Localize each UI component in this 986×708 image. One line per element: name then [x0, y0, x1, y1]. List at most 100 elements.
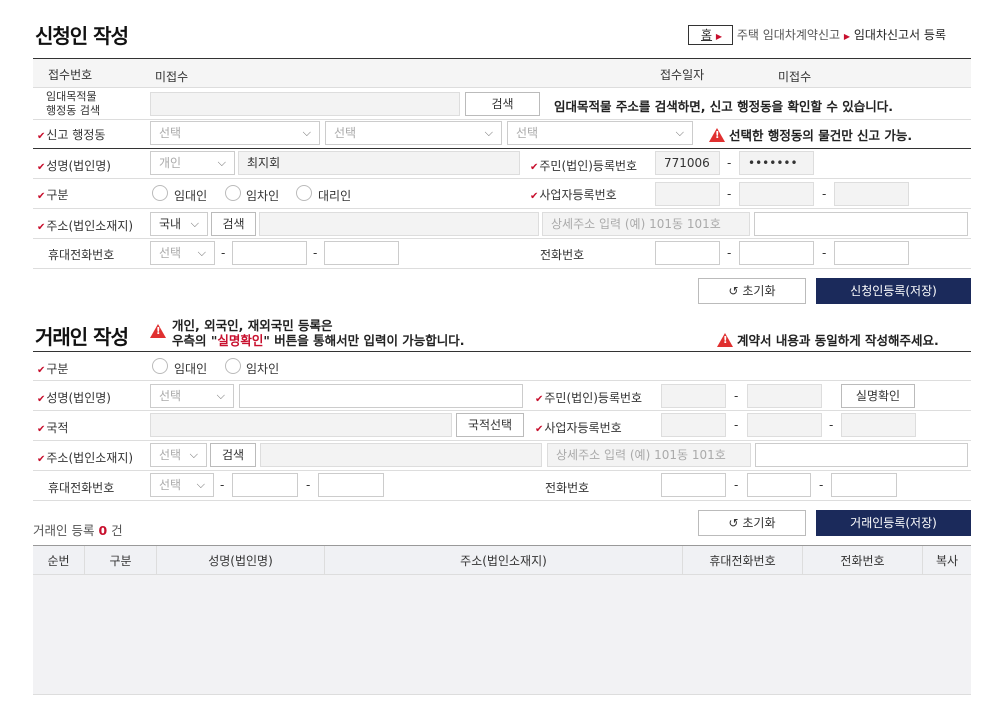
bizno-label: 사업자등록번호 — [530, 186, 616, 203]
divider — [33, 470, 971, 471]
dash: - — [829, 418, 834, 432]
party-right-warning: 계약서 내용과 동일하게 작성해주세요. — [717, 330, 939, 349]
party-country-select[interactable]: 선택 ⌵ — [150, 443, 207, 467]
divider — [33, 238, 971, 239]
address-detail-input[interactable]: 상세주소 입력 (예) 101동 101호 — [542, 212, 750, 236]
party-bizno-input-1[interactable] — [661, 413, 726, 437]
mobile-prefix-select[interactable]: 선택 ⌵ — [150, 241, 215, 265]
party-mobile-last-input[interactable] — [318, 473, 384, 497]
mobile-label: 휴대전화번호 — [48, 248, 115, 262]
name-input[interactable]: 최지회 — [238, 151, 520, 175]
party-address-search-button[interactable]: 검색 — [210, 443, 256, 467]
mobile-last-input[interactable] — [324, 241, 399, 265]
column-header: 주소(법인소재지) — [325, 546, 683, 576]
verify-name-button[interactable]: 실명확인 — [841, 384, 915, 408]
address-extra-input[interactable] — [754, 212, 968, 236]
party-reset-button[interactable]: ↺ 초기화 — [698, 510, 806, 536]
party-phone-input-2[interactable] — [747, 473, 811, 497]
property-search-hint: 임대목적물 주소를 검색하면, 신고 행정동을 확인할 수 있습니다. — [554, 99, 893, 114]
district-select-2[interactable]: 선택 ⌵ — [325, 121, 502, 145]
reset-icon: ↺ — [728, 284, 739, 298]
party-save-button[interactable]: 거래인등록(저장) — [816, 510, 971, 536]
name-label: 성명(법인명) — [37, 157, 111, 174]
receipt-date-label: 접수일자 — [660, 68, 705, 82]
party-phone-input-3[interactable] — [831, 473, 897, 497]
property-search-button[interactable]: 검색 — [465, 92, 540, 116]
address-input[interactable] — [259, 212, 539, 236]
dash: - — [734, 478, 739, 492]
dash: - — [822, 246, 827, 260]
dash: - — [734, 389, 739, 403]
party-name-input[interactable] — [239, 384, 523, 408]
home-link[interactable]: 홈 ▶ — [688, 25, 734, 45]
radio-agent-label: 대리인 — [318, 189, 352, 203]
bizno-input-2[interactable] — [739, 182, 814, 206]
column-header: 휴대전화번호 — [683, 546, 803, 576]
party-phone-input-1[interactable] — [661, 473, 726, 497]
person-type-select[interactable]: 개인 ⌵ — [150, 151, 235, 175]
party-table-body — [33, 575, 971, 695]
party-rrn-back-input[interactable] — [747, 384, 822, 408]
party-category-label: 구분 — [37, 360, 68, 377]
party-bizno-input-2[interactable] — [747, 413, 822, 437]
applicant-save-button[interactable]: 신청인등록(저장) — [816, 278, 971, 304]
applicant-reset-button[interactable]: ↺ 초기화 — [698, 278, 806, 304]
radio-lessee-label: 임차인 — [246, 189, 280, 203]
breadcrumb-level2[interactable]: 임대차신고서 등록 — [854, 28, 946, 42]
bizno-input-3[interactable] — [834, 182, 909, 206]
party-radio-lessor[interactable] — [152, 358, 168, 374]
warning-icon — [717, 333, 733, 347]
rrn-front-input[interactable]: 771006 — [655, 151, 720, 175]
dash: - — [819, 478, 824, 492]
radio-agent[interactable] — [296, 185, 312, 201]
party-rrn-front-input[interactable] — [661, 384, 726, 408]
dash: - — [221, 246, 226, 260]
home-label: 홈 — [701, 28, 713, 42]
district-select-3[interactable]: 선택 ⌵ — [507, 121, 693, 145]
breadcrumb: 홈 ▶ 주택 임대차계약신고 ▶ 임대차신고서 등록 — [688, 25, 946, 45]
party-address-input[interactable] — [260, 443, 542, 467]
party-bizno-input-3[interactable] — [841, 413, 916, 437]
address-search-button[interactable]: 검색 — [211, 212, 256, 236]
nationality-input[interactable] — [150, 413, 452, 437]
property-address-input[interactable] — [150, 92, 460, 116]
party-person-type-select[interactable]: 선택 ⌵ — [150, 384, 234, 408]
mobile-mid-input[interactable] — [232, 241, 307, 265]
divider — [33, 410, 971, 411]
radio-lessee[interactable] — [225, 185, 241, 201]
applicant-title: 신청인 작성 — [35, 24, 129, 48]
chevron-down-icon: ⌵ — [189, 448, 198, 461]
receipt-date-value: 미접수 — [778, 70, 812, 84]
district-select-1[interactable]: 선택 ⌵ — [150, 121, 320, 145]
warning-icon — [709, 128, 725, 142]
nationality-select-button[interactable]: 국적선택 — [456, 413, 524, 437]
divider — [33, 208, 971, 209]
chevron-down-icon: ⌵ — [302, 126, 311, 139]
phone-input-1[interactable] — [655, 241, 720, 265]
address-label: 주소(법인소재지) — [37, 217, 133, 234]
dash: - — [220, 478, 225, 492]
party-radio-lessor-label: 임대인 — [174, 362, 208, 376]
chevron-down-icon: ⌵ — [484, 126, 493, 139]
party-bizno-label: 사업자등록번호 — [535, 419, 621, 436]
party-name-label: 성명(법인명) — [37, 389, 111, 406]
phone-input-2[interactable] — [739, 241, 814, 265]
breadcrumb-level1[interactable]: 주택 임대차계약신고 — [737, 28, 840, 42]
column-header: 순번 — [33, 546, 85, 576]
column-header: 전화번호 — [803, 546, 923, 576]
country-select[interactable]: 국내 ⌵ — [150, 212, 208, 236]
divider — [33, 87, 971, 88]
rrn-back-input[interactable]: ••••••• — [739, 151, 814, 175]
rrn-label: 주민(법인)등록번호 — [530, 157, 637, 174]
dash: - — [306, 478, 311, 492]
party-address-detail-input[interactable]: 상세주소 입력 (예) 101동 101호 — [547, 443, 751, 467]
bizno-input-1[interactable] — [655, 182, 720, 206]
nationality-label: 국적 — [37, 419, 68, 436]
phone-input-3[interactable] — [834, 241, 909, 265]
reset-icon: ↺ — [728, 516, 739, 530]
party-mobile-mid-input[interactable] — [232, 473, 298, 497]
party-address-extra-input[interactable] — [755, 443, 968, 467]
radio-lessor[interactable] — [152, 185, 168, 201]
party-mobile-prefix-select[interactable]: 선택 ⌵ — [150, 473, 214, 497]
party-radio-lessee[interactable] — [225, 358, 241, 374]
